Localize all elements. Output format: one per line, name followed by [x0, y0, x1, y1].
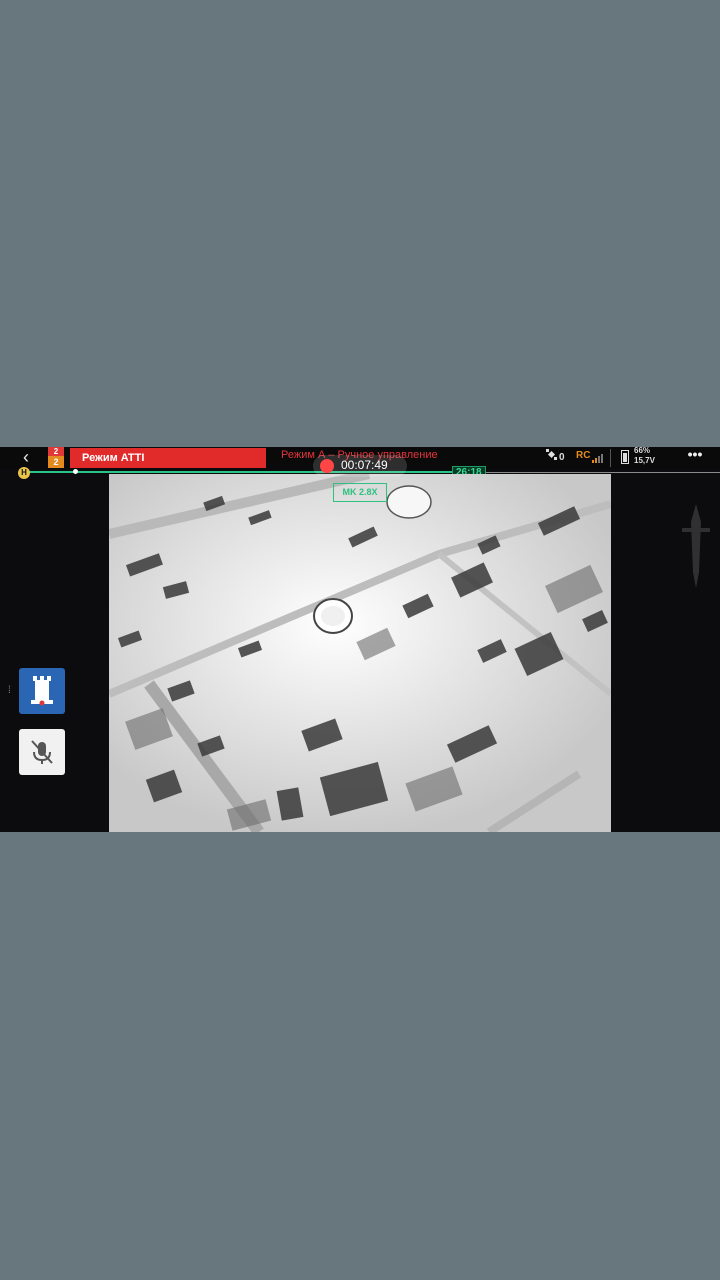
more-dots-icon: •••	[687, 447, 703, 462]
recording-indicator[interactable]: 00:07:49	[313, 455, 407, 477]
record-dot-icon	[320, 459, 334, 473]
battery-icon	[621, 450, 629, 464]
battery-voltage: 15,7V	[634, 456, 655, 465]
aircraft-position-marker	[73, 469, 78, 474]
side-panel-handle[interactable]: ⁞	[8, 685, 12, 701]
thermal-imagery	[109, 474, 611, 832]
satellite-icon	[546, 449, 557, 465]
target-marker[interactable]: MK 2.8X	[333, 483, 387, 502]
rc-label: RC	[576, 450, 591, 461]
home-point-marker: H	[18, 467, 30, 479]
battery-percent: 66%	[634, 447, 651, 455]
back-button[interactable]: ‹	[16, 448, 36, 468]
level-indicator: 2 2	[48, 447, 64, 468]
satellite-count: 0	[559, 452, 565, 463]
drone-app-screen: ‹ 2 2 Режим ATTI Режим А – Ручное управл…	[0, 447, 720, 832]
level-top: 2	[48, 447, 64, 456]
mode-tile-button[interactable]	[19, 668, 65, 714]
dagger-emblem-icon	[678, 502, 714, 592]
battery-readout[interactable]: 66% 15,7V	[634, 447, 655, 466]
level-bottom: 2	[48, 456, 64, 468]
more-menu-button[interactable]: •••	[684, 447, 706, 463]
tower-mode-icon	[31, 676, 53, 706]
chevron-left-icon: ‹	[23, 447, 29, 467]
rc-signal-indicator[interactable]: RC	[576, 449, 604, 463]
satellite-indicator[interactable]: 0	[546, 449, 565, 465]
flight-mode-banner[interactable]: Режим ATTI	[70, 448, 266, 468]
thermal-video-feed[interactable]: MK 2.8X	[109, 474, 611, 832]
signal-bars-icon	[592, 449, 604, 463]
topbar-divider	[610, 449, 611, 467]
recording-time: 00:07:49	[341, 458, 388, 472]
mic-muted-icon	[31, 740, 53, 764]
mic-toggle-button[interactable]	[19, 729, 65, 775]
